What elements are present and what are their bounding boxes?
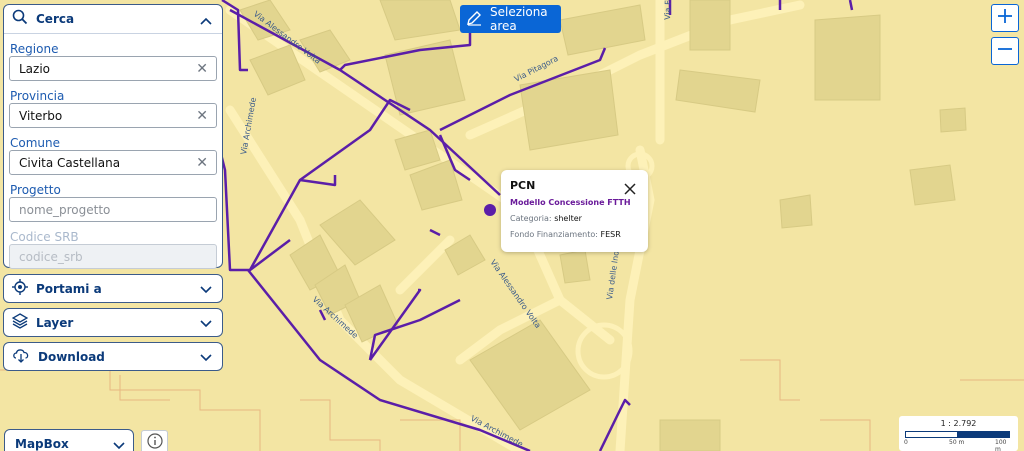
scale-ticks: 0 50 m 100 m bbox=[904, 438, 1012, 451]
chevron-down-icon bbox=[113, 435, 125, 451]
comune-value: Civita Castellana bbox=[19, 155, 121, 170]
field-label-provincia: Provincia bbox=[10, 89, 65, 103]
chevron-up-icon[interactable] bbox=[200, 10, 212, 29]
clear-icon[interactable]: ✕ bbox=[196, 61, 208, 77]
zoom-in-button[interactable] bbox=[991, 4, 1019, 32]
clear-icon[interactable]: ✕ bbox=[196, 108, 208, 124]
progetto-input[interactable]: nome_progetto bbox=[9, 197, 217, 222]
download-label: Download bbox=[38, 349, 105, 364]
layers-icon bbox=[11, 312, 29, 333]
street-label: Via Fr bbox=[663, 0, 673, 20]
field-label-progetto: Progetto bbox=[10, 183, 61, 197]
popup-fund-value: FESR bbox=[600, 230, 621, 239]
select-area-button[interactable]: Seleziona area bbox=[460, 5, 561, 33]
scale-bar-graphic bbox=[905, 431, 1010, 438]
regione-value: Lazio bbox=[19, 61, 51, 76]
provincia-select[interactable]: Viterbo ✕ bbox=[9, 103, 217, 128]
close-icon[interactable] bbox=[624, 180, 636, 199]
basemap-value: MapBox bbox=[15, 437, 69, 451]
field-label-codice-srb: Codice SRB bbox=[10, 230, 79, 244]
scale-tick: 0 bbox=[904, 439, 908, 446]
field-label-regione: Regione bbox=[10, 42, 59, 56]
zoom-out-button[interactable] bbox=[991, 37, 1019, 65]
field-label-comune: Comune bbox=[10, 136, 61, 150]
feature-popup: PCN Modello Concessione FTTH Categoria: … bbox=[501, 170, 648, 252]
popup-category-key: Categoria: bbox=[510, 214, 552, 223]
scale-ratio: 1 : 2.792 bbox=[940, 419, 977, 428]
layer-accordion[interactable]: Layer bbox=[3, 308, 223, 337]
search-panel: Cerca Regione Lazio ✕ Provincia Viterbo … bbox=[3, 4, 223, 269]
popup-category-value: shelter bbox=[554, 214, 582, 223]
info-icon bbox=[146, 433, 163, 451]
select-area-label: Seleziona area bbox=[490, 5, 548, 33]
scale-tick: 100 m bbox=[995, 439, 1007, 451]
comune-select[interactable]: Civita Castellana ✕ bbox=[9, 150, 217, 175]
portami-a-label: Portami a bbox=[36, 281, 102, 296]
regione-select[interactable]: Lazio ✕ bbox=[9, 56, 217, 81]
chevron-down-icon bbox=[200, 313, 212, 332]
portami-a-accordion[interactable]: Portami a bbox=[3, 274, 223, 303]
search-panel-title: Cerca bbox=[36, 12, 75, 26]
codice-srb-input: codice_srb bbox=[9, 244, 217, 269]
progetto-placeholder: nome_progetto bbox=[19, 202, 111, 217]
provincia-value: Viterbo bbox=[19, 108, 63, 123]
download-accordion[interactable]: Download bbox=[3, 342, 223, 371]
clear-icon[interactable]: ✕ bbox=[196, 155, 208, 171]
codice-srb-placeholder: codice_srb bbox=[19, 249, 83, 264]
popup-subtitle: Modello Concessione FTTH bbox=[510, 198, 631, 207]
popup-category-row: Categoria: shelter bbox=[510, 214, 639, 223]
basemap-select[interactable]: MapBox bbox=[4, 429, 134, 451]
cloud-download-icon bbox=[12, 347, 30, 367]
chevron-down-icon bbox=[200, 279, 212, 298]
popup-fund-row: Fondo Finanziamento: FESR bbox=[510, 230, 639, 239]
info-button[interactable] bbox=[141, 430, 168, 451]
minus-icon bbox=[997, 41, 1013, 61]
search-icon bbox=[12, 9, 28, 29]
target-icon bbox=[12, 278, 28, 299]
search-panel-header[interactable]: Cerca bbox=[4, 5, 222, 34]
scale-bar: 1 : 2.792 0 50 m 100 m bbox=[899, 416, 1018, 451]
scale-tick: 50 m bbox=[949, 439, 965, 446]
layer-label: Layer bbox=[36, 315, 74, 330]
chevron-down-icon bbox=[200, 347, 212, 366]
popup-title: PCN bbox=[510, 179, 536, 192]
pencil-icon bbox=[466, 10, 482, 29]
popup-fund-key: Fondo Finanziamento: bbox=[510, 230, 598, 239]
plus-icon bbox=[997, 8, 1013, 28]
